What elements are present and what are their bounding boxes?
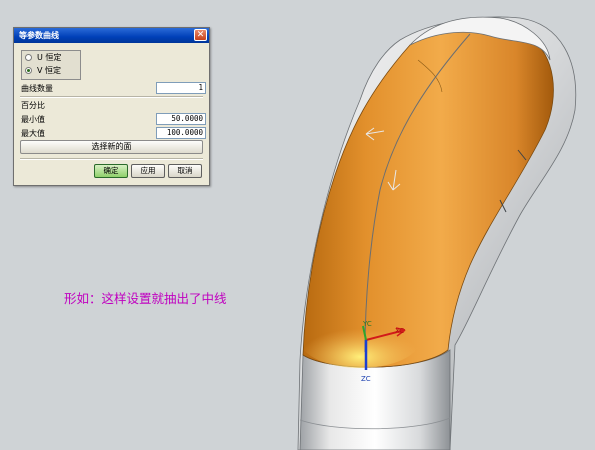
direction-radio-group: U 恒定 V 恒定: [21, 50, 81, 80]
x-axis-label: XC: [395, 327, 405, 335]
radio-v-label: V 恒定: [37, 66, 62, 75]
close-icon: ✕: [196, 30, 205, 40]
select-new-face-button[interactable]: 选择新的面: [20, 140, 203, 154]
curve-count-label: 曲线数量: [21, 84, 53, 93]
iso-curve-dialog: 等参数曲线 ✕ U 恒定 V 恒定 曲线数量 1 百分比 最小值 50.0000…: [13, 27, 210, 186]
max-value-input[interactable]: 100.0000: [156, 127, 206, 139]
min-row: 最小值: [21, 114, 45, 125]
ok-button[interactable]: 确定: [94, 164, 128, 178]
separator: [20, 96, 203, 98]
max-label: 最大值: [21, 129, 45, 138]
radio-v-constant[interactable]: V 恒定: [22, 64, 80, 77]
dialog-title: 等参数曲线: [19, 31, 59, 40]
min-label: 最小值: [21, 115, 45, 124]
curve-count-row: 曲线数量: [21, 83, 53, 94]
cancel-button[interactable]: 取消: [168, 164, 202, 178]
radio-v-indicator[interactable]: [25, 67, 32, 74]
z-axis-label: ZC: [361, 375, 371, 383]
min-value-input[interactable]: 50.0000: [156, 113, 206, 125]
close-button[interactable]: ✕: [194, 29, 207, 41]
percent-row: 百分比: [21, 100, 45, 111]
radio-u-indicator[interactable]: [25, 54, 32, 61]
separator: [20, 158, 203, 160]
radio-u-constant[interactable]: U 恒定: [22, 51, 80, 64]
percent-label: 百分比: [21, 101, 45, 110]
y-axis-label: YC: [363, 320, 372, 328]
apply-button[interactable]: 应用: [131, 164, 165, 178]
dialog-titlebar[interactable]: 等参数曲线 ✕: [14, 28, 209, 43]
max-row: 最大值: [21, 128, 45, 139]
curve-count-input[interactable]: 1: [156, 82, 206, 94]
radio-u-label: U 恒定: [37, 53, 62, 62]
annotation-text: 形如：这样设置就抽出了中线: [64, 291, 227, 306]
